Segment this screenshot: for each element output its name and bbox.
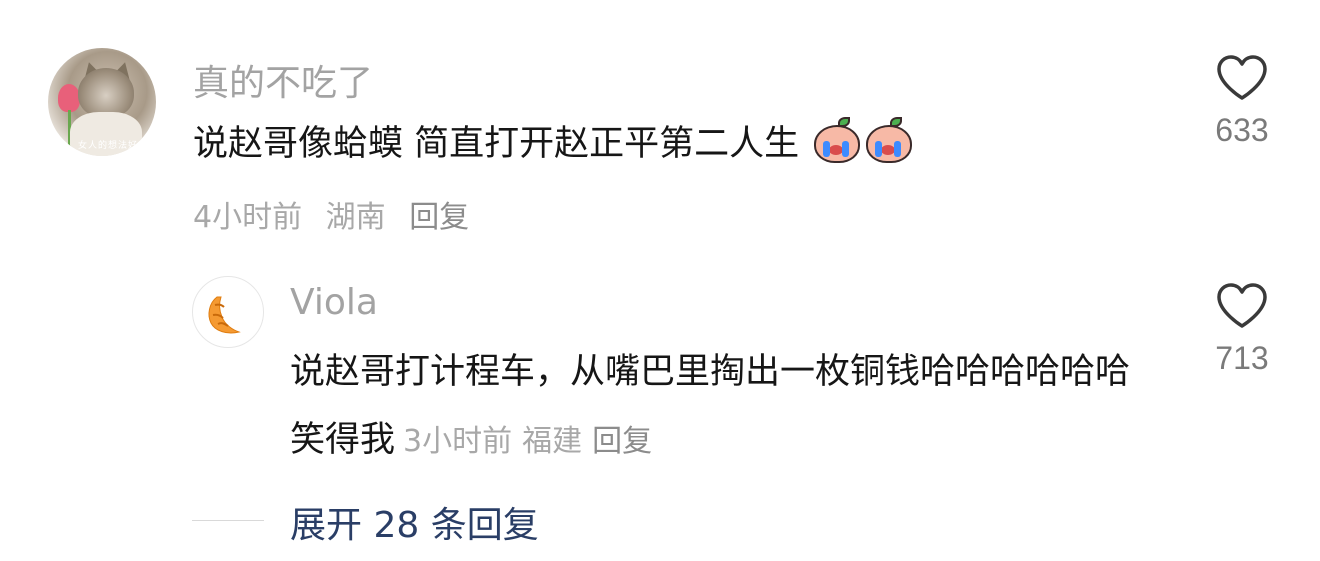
reply-reply-button[interactable]: 回复 (592, 424, 652, 459)
divider (192, 520, 264, 521)
comment-username[interactable]: 真的不吃了 (193, 54, 373, 106)
reply-location: 福建 (522, 424, 583, 459)
comment-meta: 4小时前 湖南 回复 (193, 192, 483, 236)
like-button[interactable]: 633 (1187, 54, 1297, 149)
reply-button[interactable]: 回复 (409, 200, 469, 235)
reply-like-button[interactable]: 713 (1187, 282, 1297, 377)
heart-outline-icon[interactable] (1215, 54, 1269, 102)
reply-meta: 3小时前 福建 回复 (403, 424, 662, 459)
like-count: 633 (1215, 112, 1269, 148)
crying-face-emoji (812, 115, 862, 163)
heart-outline-icon[interactable] (1215, 282, 1269, 330)
reply-avatar[interactable] (192, 276, 264, 348)
comment-text: 说赵哥像蛤蟆 简直打开赵正平第二人生 (193, 110, 914, 178)
avatar-watermark: 女人的想法好 (78, 140, 139, 150)
comment-location: 湖南 (325, 200, 386, 235)
cat-face (78, 68, 134, 118)
avatar[interactable]: 女人的想法好 (48, 48, 156, 156)
reply-text: 说赵哥打计程车，从嘴巴里掏出一枚铜钱哈哈哈哈哈哈笑得我 3小时前 福建 回复 (290, 338, 1140, 476)
reply-username[interactable]: Viola (290, 282, 378, 323)
expand-replies-link[interactable]: 展开 28 条回复 (290, 496, 539, 548)
crying-face-emoji (864, 115, 914, 163)
comment-thread: 女人的想法好 真的不吃了 说赵哥像蛤蟆 简直打开赵正平第二人生 4小时前 湖南 … (0, 0, 1320, 561)
comment-time: 4小时前 (193, 200, 303, 235)
reply-like-count: 713 (1215, 340, 1269, 376)
croissant-icon (208, 296, 241, 334)
tulip-decoration (58, 84, 80, 112)
reply-time: 3小时前 (403, 424, 513, 459)
comment-body: 说赵哥像蛤蟆 简直打开赵正平第二人生 (193, 124, 800, 164)
